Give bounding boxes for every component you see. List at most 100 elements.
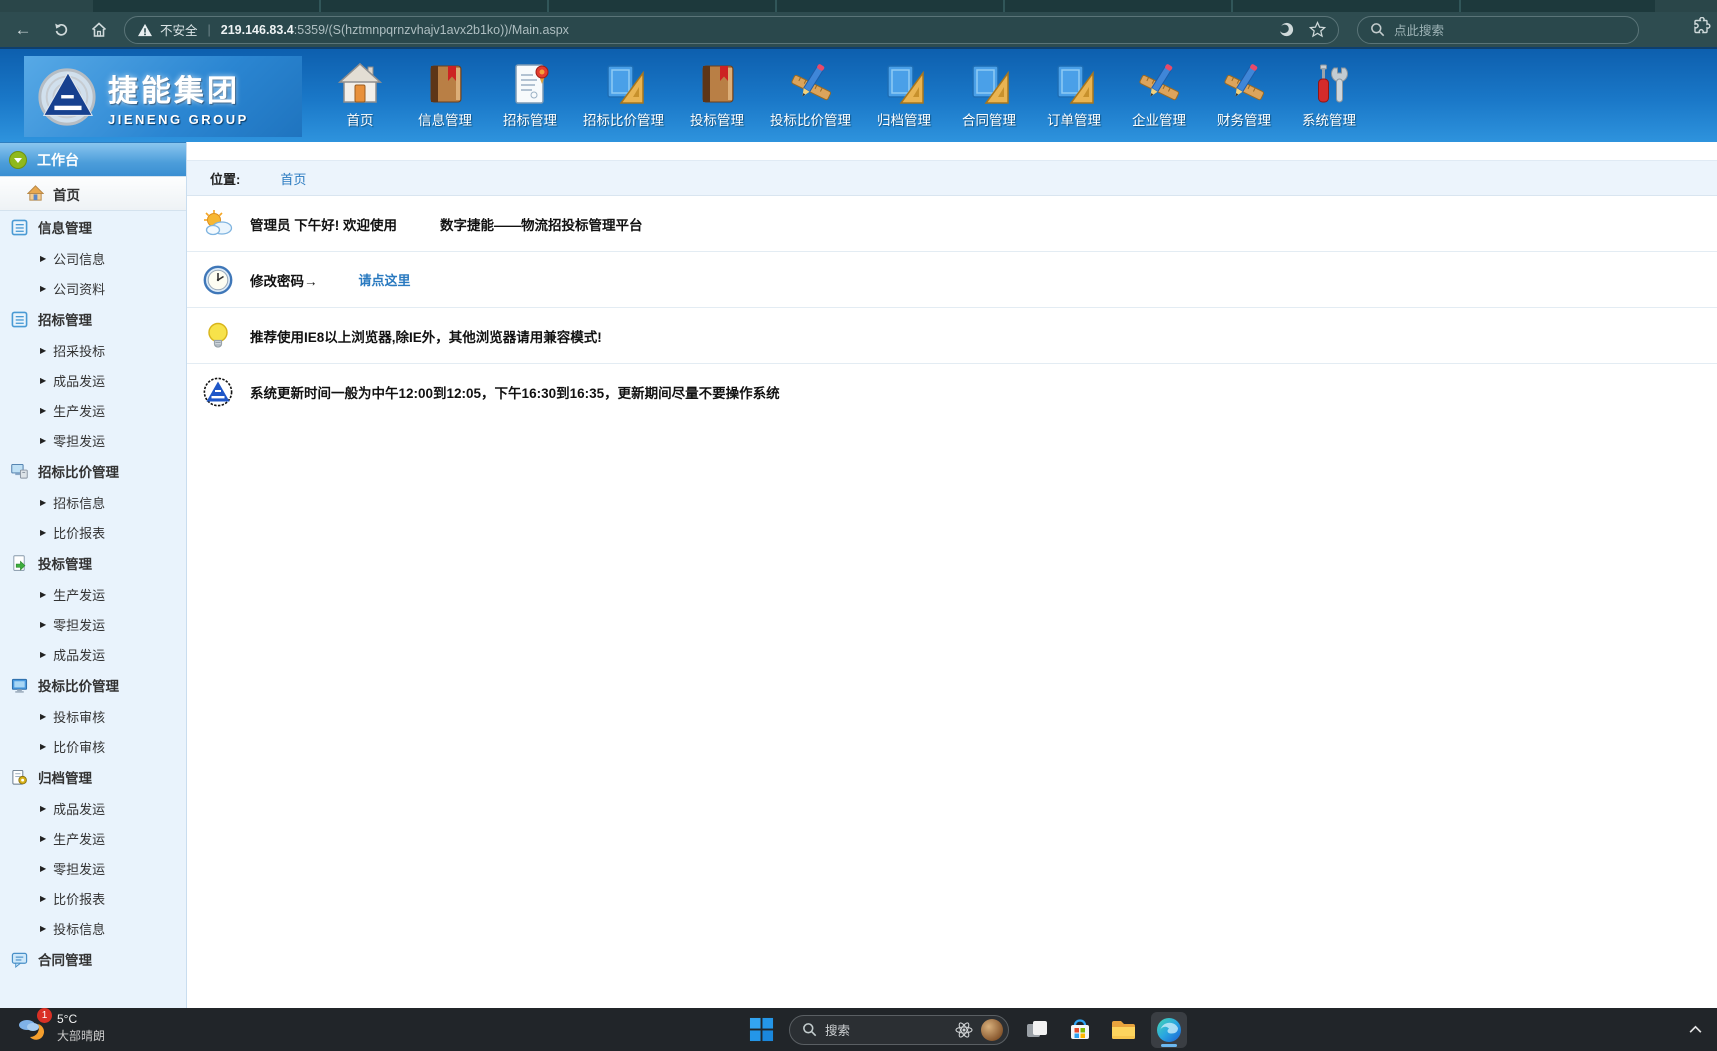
edge-browser-icon[interactable] xyxy=(1151,1012,1187,1048)
content-row-4: 系统更新时间一般为中午12:00到12:05，下午16:30到16:35，更新期… xyxy=(187,364,1717,420)
content-row-text: 管理员 下午好! 欢迎使用 xyxy=(250,214,397,234)
refresh-icon[interactable] xyxy=(46,16,76,44)
browser-search-placeholder: 点此搜索 xyxy=(1394,20,1444,39)
sidebar-subitem-22[interactable]: ▶生产发运 xyxy=(0,823,186,853)
sidebar-subitem-12[interactable]: ▶比价报表 xyxy=(0,517,186,547)
triangle-bullet-icon: ▶ xyxy=(40,346,46,355)
monitor-disk-icon xyxy=(11,463,28,480)
notification-badge: 1 xyxy=(37,1008,52,1023)
sidebar-subitem-7[interactable]: ▶成品发运 xyxy=(0,365,186,395)
favorites-star-icon[interactable] xyxy=(1309,21,1326,38)
sidebar-section-10[interactable]: 招标比价管理 xyxy=(0,455,186,487)
nav-item-label: 合同管理 xyxy=(962,109,1016,129)
sidebar-subitem-16[interactable]: ▶成品发运 xyxy=(0,639,186,669)
setsquare-icon xyxy=(1052,62,1096,106)
workbench-label: 工作台 xyxy=(37,150,79,170)
sidebar-subitem-18[interactable]: ▶投标审核 xyxy=(0,701,186,731)
task-view-icon[interactable] xyxy=(1022,1015,1052,1045)
nav-item-10[interactable]: 企业管理 xyxy=(1127,62,1191,129)
security-label[interactable]: 不安全 xyxy=(160,20,198,39)
nav-item-label: 归档管理 xyxy=(877,109,931,129)
taskbar-weather-widget[interactable]: 1 5°C 大部晴朗 xyxy=(16,1012,105,1044)
nav-item-4[interactable]: 招标比价管理 xyxy=(583,62,664,129)
sidebar-subitem-19[interactable]: ▶比价审核 xyxy=(0,731,186,761)
sidebar-section-17[interactable]: 投标比价管理 xyxy=(0,669,186,701)
tray-show-hidden-icon[interactable] xyxy=(1688,1022,1703,1040)
file-explorer-icon[interactable] xyxy=(1108,1015,1138,1045)
pencilruler-icon xyxy=(1137,62,1181,106)
sidebar-section-26[interactable]: 合同管理 xyxy=(0,943,186,975)
sidebar-subitem-23[interactable]: ▶零担发运 xyxy=(0,853,186,883)
weather-description: 大部晴朗 xyxy=(57,1027,105,1044)
nav-item-label: 系统管理 xyxy=(1302,109,1356,129)
nav-item-label: 财务管理 xyxy=(1217,109,1271,129)
sidebar-subitem-24[interactable]: ▶比价报表 xyxy=(0,883,186,913)
sidebar-subitem-4[interactable]: ▶公司资料 xyxy=(0,273,186,303)
page-gear-icon xyxy=(11,769,28,786)
sidebar-section-2[interactable]: 信息管理 xyxy=(0,211,186,243)
sidebar-section-5[interactable]: 招标管理 xyxy=(0,303,186,335)
nav-item-2[interactable]: 信息管理 xyxy=(413,62,477,129)
sidebar-subitem-14[interactable]: ▶生产发运 xyxy=(0,579,186,609)
nav-item-label: 信息管理 xyxy=(418,109,472,129)
sidebar-subitem-25[interactable]: ▶投标信息 xyxy=(0,913,186,943)
triangle-bullet-icon: ▶ xyxy=(40,284,46,293)
nav-item-label: 投标管理 xyxy=(690,109,744,129)
nav-item-label: 招标管理 xyxy=(503,109,557,129)
setsquare-icon xyxy=(967,62,1011,106)
microsoft-store-icon[interactable] xyxy=(1065,1015,1095,1045)
home-icon[interactable] xyxy=(84,16,114,44)
sidebar-item-home[interactable]: 首页 xyxy=(0,176,186,211)
triangle-bullet-icon: ▶ xyxy=(40,894,46,903)
edge-swirl-icon[interactable] xyxy=(1278,21,1295,38)
sidebar-subitem-9[interactable]: ▶零担发运 xyxy=(0,425,186,455)
triangle-bullet-icon: ▶ xyxy=(40,834,46,843)
taskbar-search-box[interactable]: 搜索 xyxy=(789,1015,1009,1045)
start-button[interactable] xyxy=(746,1015,776,1045)
logo-title: 捷能集团 xyxy=(108,66,249,110)
sidebar-workbench-bar[interactable]: 工作台 xyxy=(0,142,186,176)
sidebar-subitem-8[interactable]: ▶生产发运 xyxy=(0,395,186,425)
back-icon[interactable]: ← xyxy=(8,16,38,44)
extensions-puzzle-icon[interactable] xyxy=(1691,17,1711,42)
sidebar-subitem-15[interactable]: ▶零担发运 xyxy=(0,609,186,639)
setsquare-icon xyxy=(882,62,926,106)
browser-search-box[interactable]: 点此搜索 xyxy=(1357,16,1639,44)
nav-item-1[interactable]: 首页 xyxy=(328,62,392,129)
sidebar-subitem-21[interactable]: ▶成品发运 xyxy=(0,793,186,823)
url-host: 219.146.83.4 xyxy=(221,23,294,37)
content-row-2: 修改密码→请点这里 xyxy=(187,252,1717,308)
app-header: 捷能集团 JIENENG GROUP 首页 信息管理 招标管理 招标比价管理投标管理 投… xyxy=(0,47,1717,142)
nav-item-8[interactable]: 合同管理 xyxy=(957,62,1021,129)
triangle-bullet-icon: ▶ xyxy=(40,498,46,507)
content-row-text: 系统更新时间一般为中午12:00到12:05，下午16:30到16:35，更新期… xyxy=(250,382,780,402)
book-icon xyxy=(423,62,467,106)
sidebar-subitem-3[interactable]: ▶公司信息 xyxy=(0,243,186,273)
sidebar-subitem-11[interactable]: ▶招标信息 xyxy=(0,487,186,517)
sidebar-section-13[interactable]: 投标管理 xyxy=(0,547,186,579)
nav-item-9[interactable]: 订单管理 xyxy=(1042,62,1106,129)
logo-subtitle: JIENENG GROUP xyxy=(108,112,249,127)
nav-item-label: 首页 xyxy=(347,109,374,129)
sidebar-section-20[interactable]: 归档管理 xyxy=(0,761,186,793)
content-row-link[interactable]: 请点这里 xyxy=(359,270,411,289)
monitor-icon xyxy=(11,677,28,694)
address-bar[interactable]: 不安全 | 219.146.83.4:5359/(S(hztmnpqrnzvha… xyxy=(124,16,1339,44)
logo-emblem-icon xyxy=(36,66,98,128)
nav-item-6[interactable]: 投标比价管理 xyxy=(770,62,851,129)
nav-item-label: 企业管理 xyxy=(1132,109,1186,129)
content-row-text: 推荐使用IE8以上浏览器,除IE外，其他浏览器请用兼容模式! xyxy=(250,326,602,346)
triangle-bullet-icon: ▶ xyxy=(40,254,46,263)
browser-tab-strip[interactable] xyxy=(0,0,1717,12)
triangle-bullet-icon: ▶ xyxy=(40,712,46,721)
book-icon xyxy=(695,62,739,106)
pencilruler-icon xyxy=(1222,62,1266,106)
nav-item-7[interactable]: 归档管理 xyxy=(872,62,936,129)
breadcrumb-link-home[interactable]: 首页 xyxy=(280,169,306,188)
nav-item-5[interactable]: 投标管理 xyxy=(685,62,749,129)
nav-item-11[interactable]: 财务管理 xyxy=(1212,62,1276,129)
triangle-bullet-icon: ▶ xyxy=(40,406,46,415)
nav-item-3[interactable]: 招标管理 xyxy=(498,62,562,129)
nav-item-12[interactable]: 系统管理 xyxy=(1297,62,1361,129)
sidebar-subitem-6[interactable]: ▶招采投标 xyxy=(0,335,186,365)
